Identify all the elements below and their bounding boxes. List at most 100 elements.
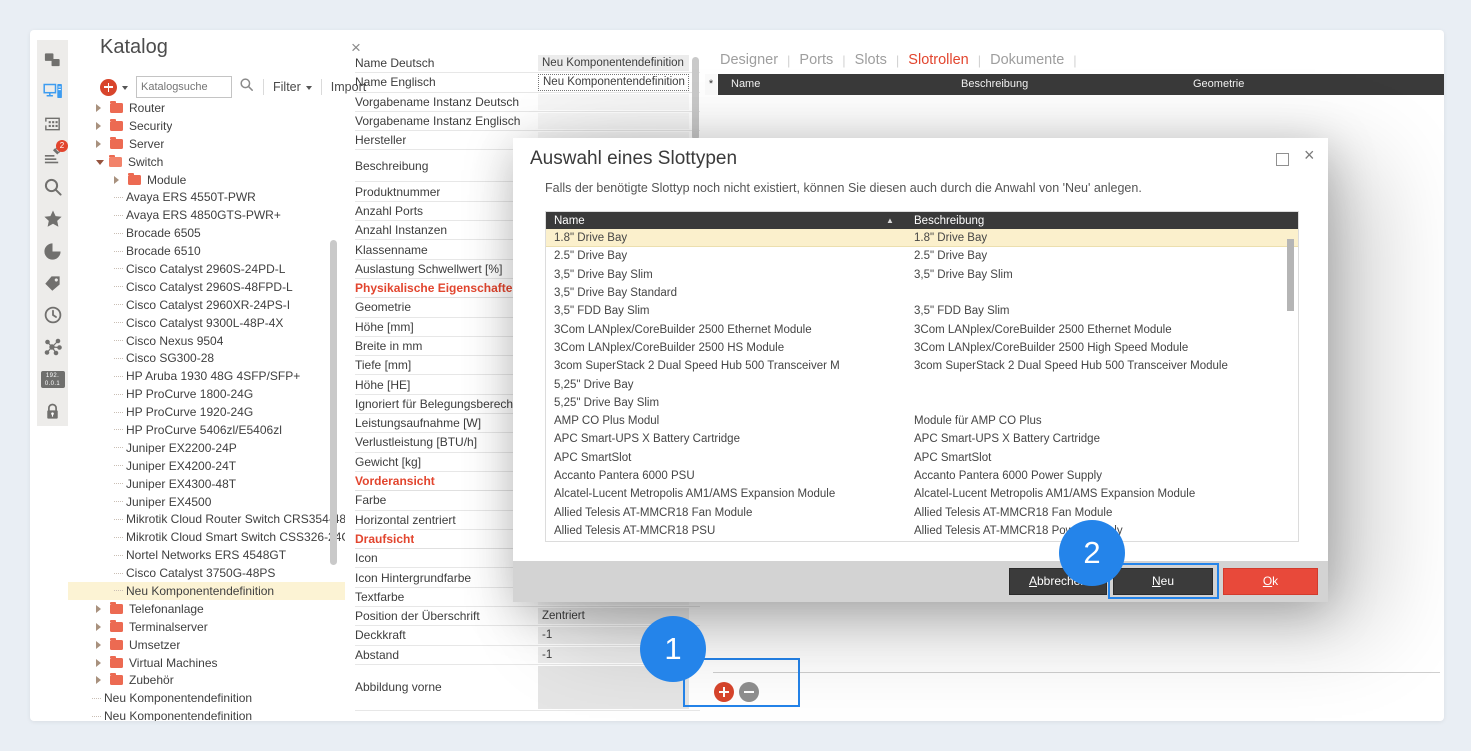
property-value-cell[interactable]: Neu Komponentendefinition bbox=[538, 74, 689, 90]
slot-type-row[interactable]: 5,25" Drive Bay Slim bbox=[546, 394, 1298, 412]
slot-type-row[interactable]: Accanto Pantera 6000 PSUAccanto Pantera … bbox=[546, 467, 1298, 485]
expand-arrow-icon[interactable] bbox=[96, 104, 105, 112]
expand-arrow-icon[interactable] bbox=[96, 623, 105, 631]
tree-item[interactable]: Cisco Nexus 9504 bbox=[68, 332, 345, 350]
tree-item[interactable]: Nortel Networks ERS 4548GT bbox=[68, 546, 345, 564]
expand-arrow-icon[interactable] bbox=[96, 160, 104, 169]
properties-scrollbar[interactable] bbox=[692, 57, 699, 140]
slot-type-row[interactable]: 3Com LANplex/CoreBuilder 2500 HS Module3… bbox=[546, 339, 1298, 357]
tree-item[interactable]: Juniper EX2200-24P bbox=[68, 439, 345, 457]
tree-item[interactable]: Router bbox=[68, 99, 345, 117]
slot-type-row[interactable]: Allied Telesis AT-MMCR18 PSUAllied Teles… bbox=[546, 522, 1298, 540]
tree-item[interactable]: Cisco Catalyst 2960S-24PD-L bbox=[68, 260, 345, 278]
tree-item[interactable]: Zubehör bbox=[68, 672, 345, 690]
tree-item[interactable]: Juniper EX4300-48T bbox=[68, 475, 345, 493]
slot-type-row[interactable]: Alcatel-Lucent Metropolis AM1/AMS Expans… bbox=[546, 485, 1298, 503]
tree-item[interactable]: Umsetzer bbox=[68, 636, 345, 654]
slot-type-row[interactable]: 5,25" Drive Bay bbox=[546, 375, 1298, 393]
tree-item[interactable]: Neu Komponentendefinition bbox=[68, 689, 345, 707]
expand-arrow-icon[interactable] bbox=[96, 676, 105, 684]
slot-type-row[interactable]: 1.8" Drive Bay1.8" Drive Bay bbox=[546, 229, 1298, 247]
tree-item[interactable]: Cisco Catalyst 2960S-48FPD-L bbox=[68, 278, 345, 296]
topology-icon[interactable] bbox=[37, 331, 68, 363]
add-slot-button[interactable] bbox=[714, 682, 734, 702]
property-value-cell[interactable] bbox=[538, 113, 689, 129]
tab-designer[interactable]: Designer bbox=[720, 52, 778, 68]
lock-icon[interactable] bbox=[37, 395, 68, 427]
grid-column-geometrie[interactable]: Geometrie bbox=[1193, 74, 1244, 95]
expand-arrow-icon[interactable] bbox=[96, 605, 105, 613]
close-dialog-icon[interactable]: × bbox=[1304, 145, 1315, 166]
tree-item[interactable]: Switch bbox=[68, 153, 345, 171]
tree-item[interactable]: Juniper EX4500 bbox=[68, 493, 345, 511]
tree-item[interactable]: Brocade 6510 bbox=[68, 242, 345, 260]
catalog-tree-scrollbar[interactable] bbox=[330, 240, 337, 565]
slot-type-row[interactable]: APC SmartSlotAPC SmartSlot bbox=[546, 449, 1298, 467]
slot-type-row[interactable]: 3,5" Drive Bay Slim3,5" Drive Bay Slim bbox=[546, 266, 1298, 284]
slot-type-row[interactable]: Allied Telesis AT-MMCR18 Fan ModuleAllie… bbox=[546, 503, 1298, 521]
tree-item[interactable]: Mikrotik Cloud Router Switch CRS354-48P-… bbox=[68, 510, 345, 528]
expand-arrow-icon[interactable] bbox=[96, 641, 105, 649]
expand-arrow-icon[interactable] bbox=[96, 122, 105, 130]
sort-ascending-icon[interactable] bbox=[886, 216, 914, 225]
tab-slotrollen[interactable]: Slotrollen bbox=[908, 52, 968, 68]
slot-type-row[interactable]: AMP CO Plus ModulModule für AMP CO Plus bbox=[546, 412, 1298, 430]
ip-address-icon[interactable]: 192.0.0.1 bbox=[37, 363, 68, 395]
modules-icon[interactable] bbox=[37, 107, 68, 139]
tree-item[interactable]: Mikrotik Cloud Smart Switch CSS326-24G-2 bbox=[68, 528, 345, 546]
tab-slots[interactable]: Slots bbox=[855, 52, 887, 68]
tree-item[interactable]: Cisco Catalyst 9300L-48P-4X bbox=[68, 314, 345, 332]
tree-item[interactable]: Neu Komponentendefinition bbox=[68, 707, 345, 721]
grid-column-beschreibung[interactable]: Beschreibung bbox=[961, 74, 1028, 95]
expand-arrow-icon[interactable] bbox=[114, 176, 123, 184]
tree-item[interactable]: Server bbox=[68, 135, 345, 153]
tree-item[interactable]: Juniper EX4200-24T bbox=[68, 457, 345, 475]
tools-icon[interactable]: 2 bbox=[37, 139, 68, 171]
tab-ports[interactable]: Ports bbox=[799, 52, 833, 68]
tree-item[interactable]: Cisco Catalyst 2960XR-24PS-I bbox=[68, 296, 345, 314]
tree-item[interactable]: Cisco Catalyst 3750G-48PS bbox=[68, 564, 345, 582]
expand-arrow-icon[interactable] bbox=[96, 659, 105, 667]
devices-icon[interactable] bbox=[37, 75, 68, 107]
slot-type-row[interactable]: 3,5" FDD Bay Slim3,5" FDD Bay Slim bbox=[546, 302, 1298, 320]
slot-type-row[interactable]: 2.5" Drive Bay2.5" Drive Bay bbox=[546, 247, 1298, 265]
slot-type-row[interactable]: 3Com LANplex/CoreBuilder 2500 Ethernet M… bbox=[546, 320, 1298, 338]
dialog-table-scrollbar[interactable] bbox=[1287, 239, 1294, 311]
tab-dokumente[interactable]: Dokumente bbox=[990, 52, 1064, 68]
tree-item[interactable]: Cisco SG300-28 bbox=[68, 349, 345, 367]
tree-item[interactable]: Virtual Machines bbox=[68, 654, 345, 672]
tree-item[interactable]: HP ProCurve 1920-24G bbox=[68, 403, 345, 421]
tag-icon[interactable] bbox=[37, 267, 68, 299]
filter-button[interactable]: Filter bbox=[273, 80, 301, 94]
property-value-cell[interactable]: Neu Komponentendefinition bbox=[538, 55, 689, 71]
add-dropdown-caret-icon[interactable] bbox=[122, 86, 128, 93]
catalog-search-input[interactable] bbox=[136, 76, 232, 98]
add-catalog-item-button[interactable] bbox=[100, 79, 117, 96]
tree-item[interactable]: HP ProCurve 1800-24G bbox=[68, 385, 345, 403]
tree-item[interactable]: Security bbox=[68, 117, 345, 135]
expand-arrow-icon[interactable] bbox=[96, 140, 105, 148]
sitemap-icon[interactable] bbox=[37, 43, 68, 75]
pie-chart-icon[interactable] bbox=[37, 235, 68, 267]
grid-column-name[interactable]: Name bbox=[731, 74, 760, 95]
tree-item[interactable]: Avaya ERS 4550T-PWR bbox=[68, 188, 345, 206]
favorites-star-icon[interactable] bbox=[37, 203, 68, 235]
tree-item[interactable]: Terminalserver bbox=[68, 618, 345, 636]
remove-slot-button[interactable] bbox=[739, 682, 759, 702]
maximize-icon[interactable] bbox=[1276, 153, 1289, 166]
filter-caret-icon[interactable] bbox=[306, 86, 312, 93]
column-header-beschreibung[interactable]: Beschreibung bbox=[914, 215, 1298, 227]
column-header-name[interactable]: Name bbox=[546, 215, 886, 227]
search-icon[interactable] bbox=[239, 77, 254, 97]
tree-item[interactable]: HP Aruba 1930 48G 4SFP/SFP+ bbox=[68, 367, 345, 385]
tree-item[interactable]: Avaya ERS 4850GTS-PWR+ bbox=[68, 206, 345, 224]
ok-button[interactable]: Ok bbox=[1223, 568, 1318, 595]
property-value-cell[interactable] bbox=[538, 94, 689, 110]
slot-type-row[interactable]: APC Smart-UPS X Battery CartridgeAPC Sma… bbox=[546, 430, 1298, 448]
search-icon[interactable] bbox=[37, 171, 68, 203]
tree-item[interactable]: Brocade 6505 bbox=[68, 224, 345, 242]
tree-item[interactable]: Telefonanlage bbox=[68, 600, 345, 618]
slot-type-row[interactable]: 3com SuperStack 2 Dual Speed Hub 500 Tra… bbox=[546, 357, 1298, 375]
slot-type-row[interactable]: 3,5" Drive Bay Standard bbox=[546, 284, 1298, 302]
tree-item[interactable]: Neu Komponentendefinition bbox=[68, 582, 345, 600]
